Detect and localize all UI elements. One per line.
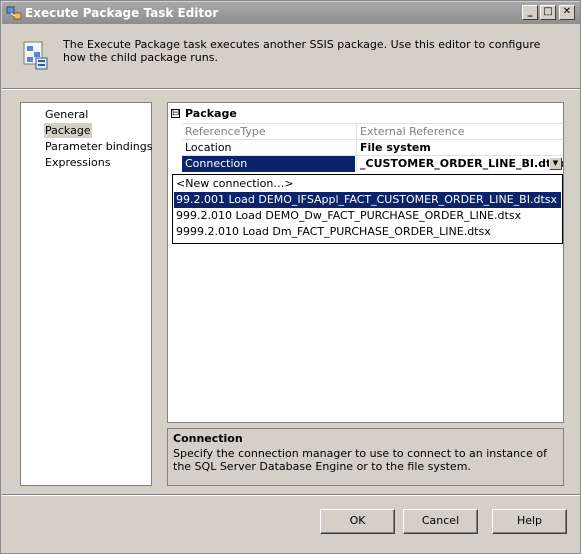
footer-divider [2, 494, 580, 496]
category-package[interactable]: ⊟ Package [168, 106, 563, 122]
nav-item-general[interactable]: General [44, 107, 89, 122]
header: The Execute Package task executes anothe… [2, 24, 580, 88]
dropdown-option[interactable]: 99.2.001 Load DEMO_IFSAppl_FACT_CUSTOMER… [174, 192, 561, 208]
nav-item-expressions[interactable]: Expressions [44, 155, 111, 170]
description-title: Connection [173, 432, 243, 445]
connection-dropdown-list[interactable]: <New connection…> 99.2.001 Load DEMO_IFS… [172, 174, 563, 244]
package-task-icon [23, 41, 48, 70]
cancel-button[interactable]: Cancel [403, 509, 478, 534]
dropdown-option-new-connection[interactable]: <New connection…> [174, 176, 561, 192]
nav-item-package[interactable]: Package [44, 123, 92, 138]
property-grid: ⊟ Package ReferenceType External Referen… [167, 102, 564, 423]
minimize-button[interactable]: _ [522, 5, 538, 20]
category-label: Package [185, 107, 237, 120]
collapse-icon[interactable]: ⊟ [171, 109, 180, 118]
chevron-down-icon[interactable]: ▼ [549, 157, 562, 170]
header-description: The Execute Package task executes anothe… [63, 38, 541, 64]
nav-item-parameter-bindings[interactable]: Parameter bindings [44, 139, 153, 154]
property-row-referencetype[interactable]: ReferenceType External Reference [182, 123, 563, 140]
property-name: ReferenceType [185, 125, 266, 138]
property-value: File system [356, 140, 563, 156]
property-row-location[interactable]: Location File system [182, 139, 563, 156]
property-value: External Reference [356, 124, 563, 140]
description-panel: Connection Specify the connection manage… [167, 428, 564, 486]
window-title: Execute Package Task Editor [25, 6, 219, 20]
description-text: Specify the connection manager to use to… [173, 447, 547, 473]
header-divider [2, 88, 580, 90]
dropdown-option[interactable]: 999.2.010 Load DEMO_Dw_FACT_PURCHASE_ORD… [174, 208, 561, 224]
close-button[interactable]: ✕ [559, 5, 575, 20]
property-name: Connection [182, 156, 355, 172]
connection-value[interactable]: _CUSTOMER_ORDER_LINE_BI.dtsx [356, 156, 563, 172]
dialog-window: Execute Package Task Editor _ □ ✕ The Ex… [0, 0, 581, 554]
help-button[interactable]: Help [492, 509, 567, 534]
maximize-button[interactable]: □ [540, 5, 556, 20]
property-row-connection[interactable]: Connection _CUSTOMER_ORDER_LINE_BI.dtsx … [182, 155, 563, 172]
ok-button[interactable]: OK [320, 509, 395, 534]
property-name: Location [185, 141, 232, 154]
dropdown-option[interactable]: 9999.2.010 Load Dm_FACT_PURCHASE_ORDER_L… [174, 224, 561, 240]
package-task-icon [6, 6, 22, 20]
title-bar[interactable]: Execute Package Task Editor _ □ ✕ [2, 2, 580, 24]
